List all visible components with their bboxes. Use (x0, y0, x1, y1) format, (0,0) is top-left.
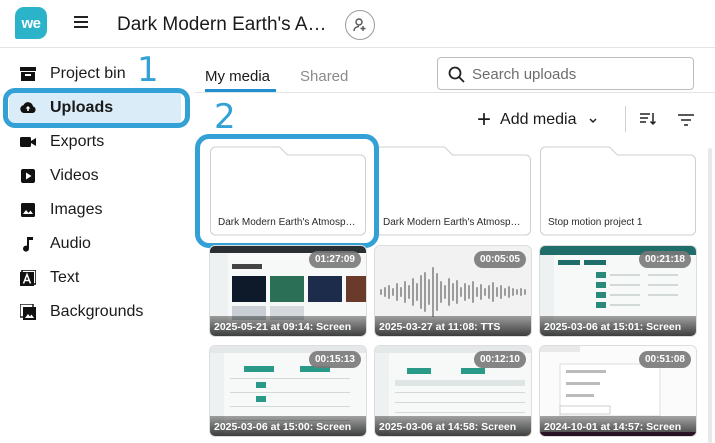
sidebar-item-label: Text (50, 269, 80, 286)
media-tile[interactable]: 00:05:05 2025-03-27 at 11:08: TTS (374, 245, 532, 337)
media-tile[interactable]: 00:21:18 2025-03-06 at 15:01: Screen (539, 245, 697, 337)
media-tile[interactable]: 00:51:08 2024-10-01 at 14:57: Screen (539, 345, 697, 437)
duration-badge: 00:12:10 (473, 351, 526, 368)
sidebar-item-label: Images (50, 201, 103, 218)
sidebar-item-label: Audio (50, 235, 91, 252)
sidebar-item-label: Project bin (50, 65, 126, 82)
sort-icon[interactable] (640, 112, 657, 131)
sidebar-item-label: Backgrounds (50, 303, 144, 320)
media-caption: 2024-10-01 at 14:57: Screen (540, 416, 696, 436)
tab-my-media[interactable]: My media (205, 68, 270, 85)
sidebar-item-videos[interactable]: Videos (0, 161, 195, 191)
play-icon (20, 168, 36, 184)
filter-icon[interactable] (678, 113, 694, 131)
add-person-icon[interactable] (345, 10, 375, 40)
image-icon (20, 202, 36, 218)
search-box[interactable] (437, 57, 694, 90)
sidebar-item-label: Videos (50, 167, 99, 184)
folder-item[interactable]: Dark Modern Earth's Atmosphere (375, 146, 531, 236)
divider (195, 92, 715, 93)
music-note-icon (20, 236, 36, 252)
sidebar-item-backgrounds[interactable]: Backgrounds (0, 297, 195, 327)
duration-badge: 01:27:09 (308, 251, 361, 268)
media-caption: 2025-05-21 at 09:14: Screen (210, 316, 366, 336)
search-icon (448, 66, 465, 88)
folder-name: Dark Modern Earth's Atmosphere (383, 217, 525, 228)
add-media-button[interactable]: + Add media (477, 108, 597, 132)
search-input[interactable] (472, 64, 682, 84)
folder-item[interactable]: Stop motion project 1 (540, 146, 696, 236)
annotation-step-number: 1 (137, 50, 159, 90)
sidebar-item-images[interactable]: Images (0, 195, 195, 225)
media-tile[interactable]: 01:27:09 2025-05-21 at 09:14: Screen (209, 245, 367, 337)
media-caption: 2025-03-06 at 15:01: Screen (540, 316, 696, 336)
sidebar-item-project-bin[interactable]: Project bin (0, 59, 195, 89)
media-tile[interactable]: 00:15:13 2025-03-06 at 15:00: Screen (209, 345, 367, 437)
duration-badge: 00:05:05 (473, 251, 526, 268)
media-caption: 2025-03-27 at 11:08: TTS (375, 316, 531, 336)
folder-name: Stop motion project 1 (548, 217, 643, 228)
chevron-down-icon (588, 111, 597, 129)
media-tile[interactable]: 00:12:10 2025-03-06 at 14:58: Screen (374, 345, 532, 437)
background-icon (20, 304, 36, 320)
tab-shared[interactable]: Shared (300, 68, 348, 85)
logo[interactable]: we (15, 7, 47, 39)
scrollbar[interactable] (708, 148, 712, 443)
annotation-step-number: 2 (214, 97, 236, 137)
add-media-label: Add media (500, 111, 577, 128)
annotation-highlight-folder (195, 134, 379, 248)
plus-icon: + (477, 106, 492, 133)
video-camera-icon (20, 134, 36, 150)
sidebar-item-text[interactable]: Text (0, 263, 195, 293)
media-caption: 2025-03-06 at 15:00: Screen (210, 416, 366, 436)
sidebar-item-label: Exports (50, 133, 105, 150)
media-caption: 2025-03-06 at 14:58: Screen (375, 416, 531, 436)
duration-badge: 00:21:18 (638, 251, 691, 268)
app-header: we Dark Modern Earth's Atmosphere (0, 0, 715, 48)
sidebar-item-audio[interactable]: Audio (0, 229, 195, 259)
archive-icon (20, 66, 36, 82)
text-icon (20, 270, 36, 286)
project-title[interactable]: Dark Modern Earth's Atmosphere (117, 14, 327, 36)
duration-badge: 00:51:08 (638, 351, 691, 368)
annotation-highlight-uploads (3, 88, 190, 128)
divider (625, 106, 626, 132)
menu-icon[interactable] (74, 16, 88, 28)
sidebar-item-exports[interactable]: Exports (0, 127, 195, 157)
duration-badge: 00:15:13 (308, 351, 361, 368)
